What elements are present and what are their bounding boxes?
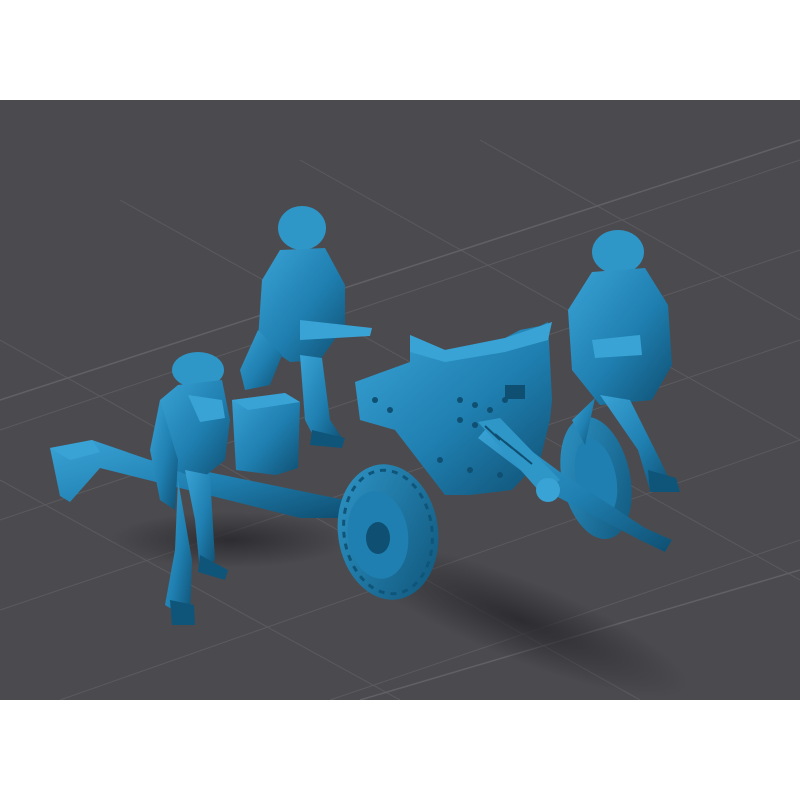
- 3d-viewport[interactable]: [0, 100, 800, 700]
- model-render: [0, 139, 800, 700]
- crew-shadow: [110, 512, 350, 568]
- ammo-box: [232, 393, 300, 475]
